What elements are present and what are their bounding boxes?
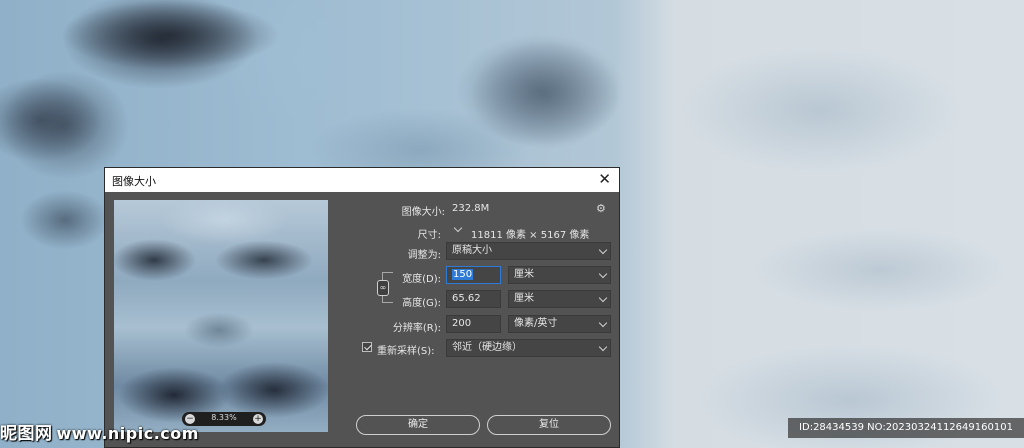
resolution-label: 分辨率(R): bbox=[392, 323, 441, 334]
resolution-input-value: 200 bbox=[452, 318, 472, 329]
image-preview[interactable]: − 8.33% + bbox=[114, 200, 328, 432]
zoom-in-icon[interactable]: + bbox=[253, 414, 263, 424]
width-label: 宽度(D): bbox=[402, 274, 441, 285]
dimensions-value: 11811 像素 × 5167 像素 bbox=[471, 230, 590, 241]
dimensions-dropdown[interactable] bbox=[451, 223, 465, 238]
site-watermark: 昵图网 www.nipic.com bbox=[0, 419, 210, 445]
image-id-watermark: ID:28434539 NO:20230324112649160101 bbox=[788, 418, 1024, 438]
fit-to-select[interactable]: 原稿大小 bbox=[446, 242, 611, 260]
lace-pattern bbox=[20, 190, 110, 250]
chevron-down-icon bbox=[598, 293, 608, 303]
chevron-down-icon bbox=[598, 245, 608, 255]
fit-to-select-value: 原稿大小 bbox=[452, 245, 492, 256]
dimensions-label: 尺寸: bbox=[417, 230, 441, 241]
resample-select[interactable]: 邻近（硬边缘） bbox=[446, 339, 611, 357]
width-input-value: 150 bbox=[452, 269, 474, 280]
chevron-down-icon bbox=[453, 223, 463, 233]
reset-button[interactable]: 复位 bbox=[487, 415, 611, 435]
chevron-down-icon bbox=[598, 269, 608, 279]
gear-icon[interactable]: ⚙ bbox=[596, 202, 606, 215]
height-unit-value: 厘米 bbox=[514, 293, 534, 304]
checkmark-icon bbox=[364, 342, 372, 351]
close-icon[interactable]: ✕ bbox=[598, 170, 611, 188]
image-size-label: 图像大小: bbox=[401, 207, 445, 218]
chevron-down-icon bbox=[598, 318, 608, 328]
height-unit-select[interactable]: 厘米 bbox=[508, 290, 611, 308]
resample-label: 重新采样(S): bbox=[377, 346, 435, 357]
height-label: 高度(G): bbox=[402, 298, 441, 309]
chevron-down-icon bbox=[598, 342, 608, 352]
lace-pattern bbox=[0, 70, 130, 180]
lace-pattern bbox=[470, 40, 620, 150]
resolution-unit-select[interactable]: 像素/英寸 bbox=[508, 315, 611, 333]
resample-value: 邻近（硬边缘） bbox=[452, 342, 522, 353]
dialog-title: 图像大小 bbox=[112, 175, 156, 188]
lace-pattern bbox=[60, 0, 280, 70]
watermark-url: www.nipic.com bbox=[56, 424, 199, 443]
fit-to-label: 调整为: bbox=[407, 250, 441, 261]
height-input[interactable]: 65.62 bbox=[446, 290, 501, 308]
width-input[interactable]: 150 bbox=[446, 266, 501, 284]
ok-button[interactable]: 确定 bbox=[356, 415, 480, 435]
resolution-unit-value: 像素/英寸 bbox=[514, 318, 558, 329]
resample-checkbox[interactable] bbox=[362, 342, 372, 352]
watermark-logo-text: 昵图网 bbox=[0, 424, 53, 444]
width-unit-select[interactable]: 厘米 bbox=[508, 266, 611, 284]
height-input-value: 65.62 bbox=[452, 293, 481, 304]
dialog-titlebar: 图像大小 ✕ bbox=[105, 168, 619, 192]
width-unit-value: 厘米 bbox=[514, 269, 534, 280]
image-size-dialog: 图像大小 ✕ − 8.33% + 图像大小: 232.8M ⚙ 尺寸: 1181… bbox=[104, 167, 620, 448]
image-size-value: 232.8M bbox=[452, 203, 490, 214]
resolution-input[interactable]: 200 bbox=[446, 315, 501, 333]
